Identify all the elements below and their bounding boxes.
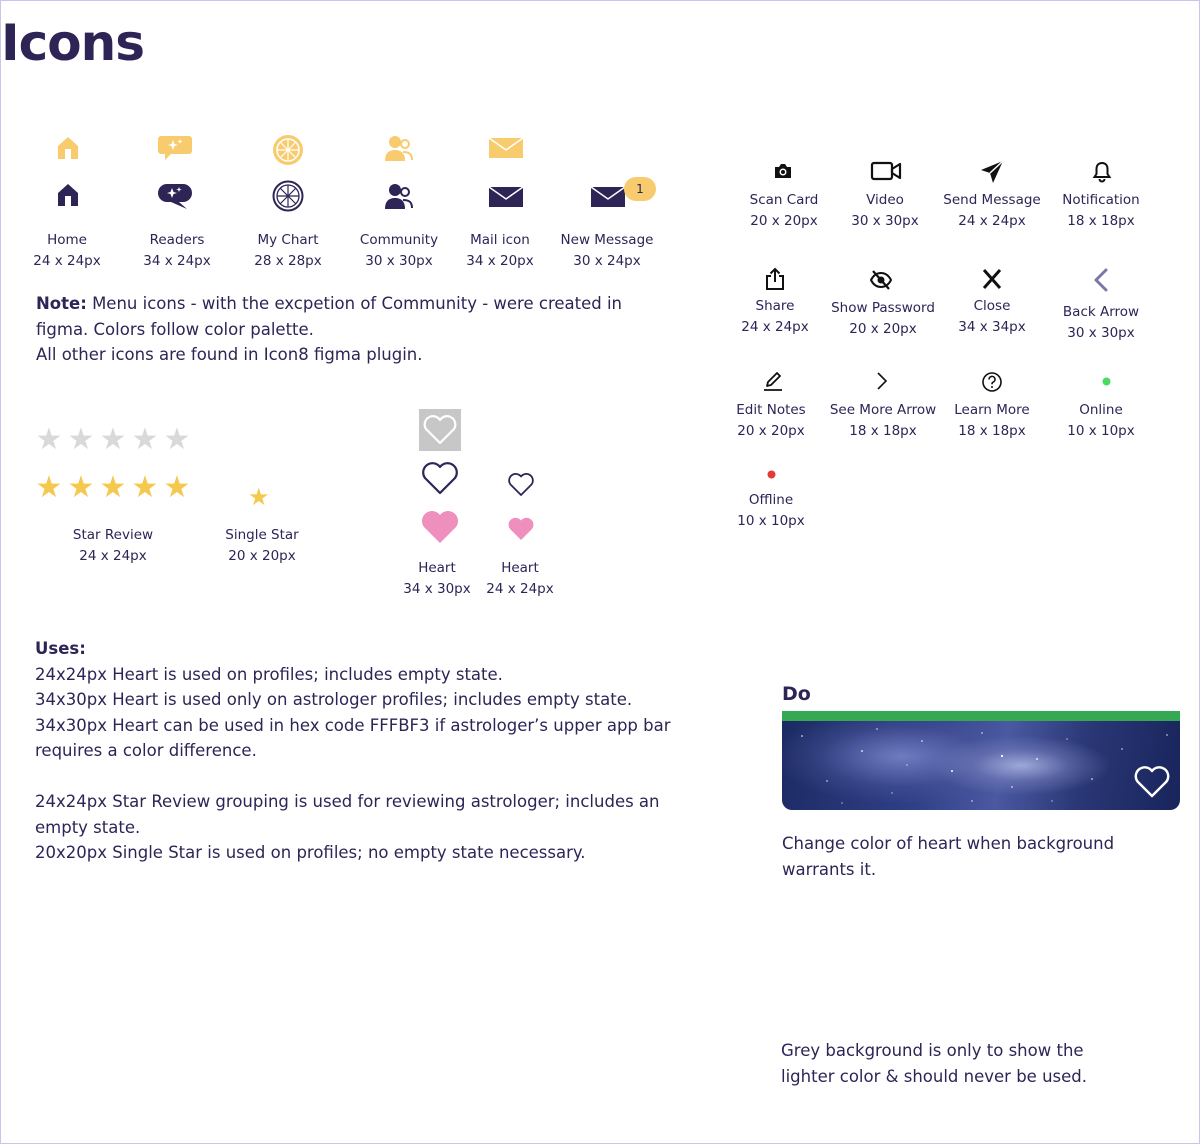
star-filled-icon: ★: [163, 470, 191, 505]
star-empty-icon: ★: [35, 422, 63, 457]
send-icon: [979, 159, 1005, 185]
label-offline: Offline 10 x 10px: [737, 492, 805, 529]
heart-outline-icon: [420, 462, 460, 496]
label-learn-more: Learn More 18 x 18px: [954, 402, 1030, 439]
my-chart-light-icon: [272, 134, 304, 166]
label-new-message: New Message 30 x 24px: [560, 232, 654, 269]
label-single-star: Single Star 20 x 20px: [225, 527, 299, 564]
camera-icon: [773, 162, 793, 180]
question-icon: [981, 371, 1003, 393]
offline-dot-icon: [767, 470, 776, 479]
single-star-icon: ★: [248, 483, 270, 511]
galaxy-background-image: [782, 721, 1180, 810]
grey-background-note: Grey background is only to show the ligh…: [781, 1041, 1087, 1086]
star-empty-icon: ★: [67, 422, 95, 457]
star-filled-icon: ★: [35, 470, 63, 505]
label-community: Community 30 x 30px: [359, 232, 439, 269]
star-review-filled: ★ ★ ★ ★ ★: [33, 473, 193, 503]
label-scan-card: Scan Card 20 x 20px: [749, 192, 819, 229]
readers-light-icon: [157, 134, 193, 162]
label-show-password: Show Password 20 x 20px: [831, 300, 935, 337]
label-share: Share 24 x 24px: [741, 298, 809, 335]
star-empty-icon: ★: [99, 422, 127, 457]
message-count-badge: 1: [624, 177, 656, 201]
label-heart-large: Heart 34 x 30px: [403, 560, 471, 597]
my-chart-icon: [272, 180, 304, 212]
eye-off-icon: [869, 269, 893, 291]
chevron-right-icon: [873, 370, 891, 392]
readers-icon: [157, 182, 193, 210]
label-star-review: Star Review 24 x 24px: [72, 527, 154, 564]
new-message-icon: [590, 186, 626, 208]
label-video: Video 30 x 30px: [851, 192, 919, 229]
star-filled-icon: ★: [131, 470, 159, 505]
online-dot-icon: [1102, 377, 1111, 386]
heart-light-icon: [419, 409, 461, 451]
star-review-empty: ★ ★ ★ ★ ★: [33, 425, 193, 455]
back-arrow-icon: [1091, 267, 1111, 293]
uses-text: Uses: 24x24px Heart is used on profiles;…: [35, 639, 671, 862]
label-home: Home 24 x 24px: [33, 232, 101, 269]
star-empty-icon: ★: [131, 422, 159, 457]
pencil-icon: [761, 369, 785, 393]
video-icon: [870, 160, 902, 182]
label-notification: Notification 18 x 18px: [1062, 192, 1140, 229]
label-close: Close 34 x 34px: [958, 298, 1026, 335]
note-text: Note: Menu icons - with the excpetion of…: [36, 294, 623, 364]
community-light-icon: [383, 133, 415, 165]
label-my-chart: My Chart 28 x 28px: [254, 232, 322, 269]
share-icon: [764, 267, 786, 291]
community-icon: [383, 181, 415, 213]
label-edit-notes: Edit Notes 20 x 20px: [736, 402, 806, 439]
label-mail: Mail icon 34 x 20px: [466, 232, 534, 269]
label-send-message: Send Message 24 x 24px: [943, 192, 1041, 229]
home-icon: [54, 181, 82, 209]
star-empty-icon: ★: [163, 422, 191, 457]
heart-small-filled-icon: [507, 517, 535, 541]
label-heart-small: Heart 24 x 24px: [486, 560, 554, 597]
bell-icon: [1092, 161, 1112, 183]
close-icon: [980, 267, 1004, 291]
home-light-icon: [54, 134, 82, 162]
heart-filled-icon: [420, 510, 460, 544]
do-indicator-bar: [782, 711, 1180, 721]
do-title: Do: [782, 683, 811, 705]
label-see-more-arrow: See More Arrow 18 x 18px: [829, 402, 937, 439]
mail-icon: [488, 186, 524, 208]
icons-page: Icons 1 Home 24 x 24px Readers 34 x 24px M…: [0, 0, 1200, 1144]
heart-on-image-icon: [1133, 765, 1171, 799]
do-caption: Change color of heart when background wa…: [782, 834, 1115, 879]
heart-small-outline-icon: [507, 473, 535, 497]
label-online: Online 10 x 10px: [1067, 402, 1135, 439]
star-filled-icon: ★: [99, 470, 127, 505]
label-readers: Readers 34 x 24px: [143, 232, 211, 269]
page-title: Icons: [1, 14, 145, 72]
mail-light-icon: [488, 137, 524, 159]
label-back-arrow: Back Arrow 30 x 30px: [1062, 304, 1140, 341]
star-filled-icon: ★: [67, 470, 95, 505]
